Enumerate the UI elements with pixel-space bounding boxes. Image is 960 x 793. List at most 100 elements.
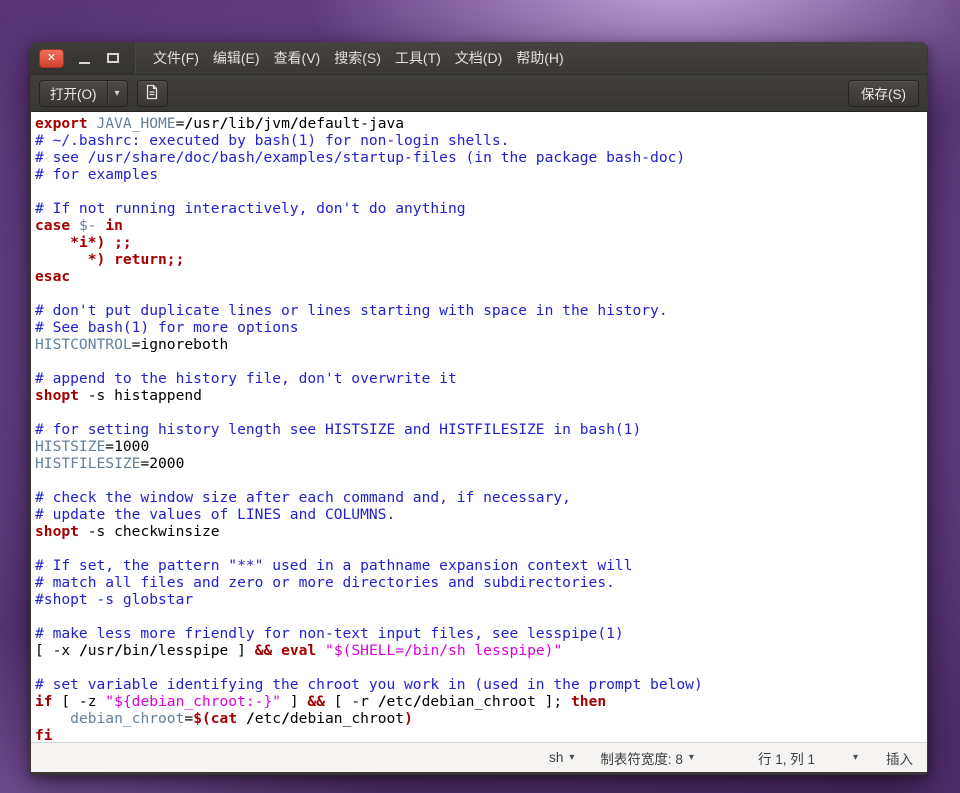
code-line: # See bash(1) for more options: [35, 319, 927, 336]
code-token: /: [149, 642, 159, 659]
code-line: # match all files and zero or more direc…: [35, 574, 927, 591]
code-token: debian_chroot ];: [421, 693, 572, 710]
minimize-button[interactable]: [75, 49, 93, 68]
editor-window: ✕ 文件(F) 编辑(E) 查看(V) 搜索(S) 工具(T) 文档(D) 帮助(H) 打开…: [30, 42, 928, 775]
code-token: /: [78, 642, 88, 659]
code-token: [ -r: [324, 693, 378, 710]
language-selector[interactable]: sh ▾: [549, 750, 574, 765]
code-line: # for examples: [35, 166, 927, 183]
open-button[interactable]: 打开(O) ▾: [39, 79, 128, 107]
code-line: # check the window size after each comma…: [35, 489, 927, 506]
insert-mode-indicator: 插入: [886, 751, 913, 767]
code-token: # See bash(1) for more options: [35, 319, 299, 336]
code-line: *i*) ;;: [35, 234, 927, 251]
code-token: # match all files and zero or more direc…: [35, 574, 615, 591]
code-line: #shopt -s globstar: [35, 591, 927, 608]
code-token: =: [184, 710, 194, 727]
code-token: /: [184, 115, 194, 132]
code-token: /: [281, 710, 290, 727]
goto-line-dropdown[interactable]: ▾: [853, 752, 858, 763]
menu-search[interactable]: 搜索(S): [329, 48, 386, 68]
chevron-down-icon: ▾: [688, 752, 694, 763]
chevron-down-icon[interactable]: ▾: [108, 88, 127, 99]
code-token: /: [412, 693, 422, 710]
code-line: # don't put duplicate lines or lines sta…: [35, 302, 927, 319]
code-token: # make less more friendly for non-text i…: [35, 625, 624, 642]
code-line: export JAVA_HOME=/usr/lib/jvm/default-ja…: [35, 115, 927, 132]
menu-file[interactable]: 文件(F): [148, 48, 204, 68]
code-token: return;;: [114, 251, 185, 268]
tab-width-selector[interactable]: 制表符宽度: 8 ▾: [600, 748, 694, 768]
code-token: # If not running interactively, don't do…: [35, 200, 466, 217]
code-token: lesspipe ]: [158, 642, 255, 659]
code-token: /: [114, 642, 123, 659]
close-icon: ✕: [46, 51, 57, 64]
code-token: ): [404, 710, 413, 727]
menu-edit[interactable]: 编辑(E): [208, 48, 265, 68]
desktop-background: { "colors": { "close_button": "#e0453a",…: [0, 0, 960, 793]
close-button[interactable]: ✕: [39, 48, 64, 68]
chevron-down-icon: ▾: [852, 752, 858, 763]
code-token: bin: [122, 642, 150, 659]
code-token: # see /usr/share/doc/bash/examples/start…: [35, 149, 686, 166]
code-token: shopt: [35, 387, 79, 404]
code-token: =ignoreboth: [131, 336, 229, 353]
code-token: =1000: [105, 438, 150, 455]
code-token: =2000: [140, 455, 185, 472]
text-editor[interactable]: export JAVA_HOME=/usr/lib/jvm/default-ja…: [31, 112, 927, 742]
menu-tools[interactable]: 工具(T): [390, 48, 446, 68]
code-line: shopt -s checkwinsize: [35, 523, 927, 540]
code-token: # ~/.bashrc: executed by bash(1) for non…: [35, 132, 510, 149]
menu-documents[interactable]: 文档(D): [450, 48, 507, 68]
toolbar: 打开(O) ▾ 保存(S): [31, 75, 927, 112]
editor-content: export JAVA_HOME=/usr/lib/jvm/default-ja…: [35, 115, 927, 742]
code-line: HISTCONTROL=ignoreboth: [35, 336, 927, 353]
maximize-button[interactable]: [104, 49, 122, 68]
code-line: shopt -s histappend: [35, 387, 927, 404]
code-token: # update the values of LINES and COLUMNS…: [35, 506, 396, 523]
save-button[interactable]: 保存(S): [848, 79, 919, 107]
menu-help[interactable]: 帮助(H): [511, 48, 568, 68]
code-token: -s histappend: [78, 387, 202, 404]
save-button-label: 保存(S): [861, 87, 906, 102]
code-token: *): [87, 251, 106, 268]
code-token: $(cat: [193, 710, 238, 727]
new-document-icon: [144, 84, 160, 103]
code-line: HISTFILESIZE=2000: [35, 455, 927, 472]
code-token: esac: [35, 268, 71, 285]
code-line: esac: [35, 268, 927, 285]
code-token: *i*): [70, 234, 106, 251]
code-token: jvm: [263, 115, 290, 132]
code-token: # set variable identifying the chroot yo…: [35, 676, 703, 693]
code-token: case: [35, 217, 71, 234]
code-token: debian_chroot: [70, 710, 185, 727]
code-line: case $- in: [35, 217, 927, 234]
code-line: fi: [35, 727, 927, 742]
code-token: # append to the history file, don't over…: [35, 370, 457, 387]
code-token: # for setting history length see HISTSIZ…: [35, 421, 642, 438]
open-button-label: 打开(O): [50, 87, 97, 102]
code-token: fi: [35, 727, 53, 742]
code-token: lib: [228, 115, 255, 132]
code-token: debian_chroot: [289, 710, 405, 727]
code-token: -s checkwinsize: [78, 523, 220, 540]
code-line: # see /usr/share/doc/bash/examples/start…: [35, 149, 927, 166]
code-token: [ -z: [52, 693, 106, 710]
menu-view[interactable]: 查看(V): [269, 48, 326, 68]
new-document-button[interactable]: [136, 79, 168, 107]
code-line: [ -x /usr/bin/lesspipe ] && eval "$(SHEL…: [35, 642, 927, 659]
code-token: in: [105, 217, 123, 234]
